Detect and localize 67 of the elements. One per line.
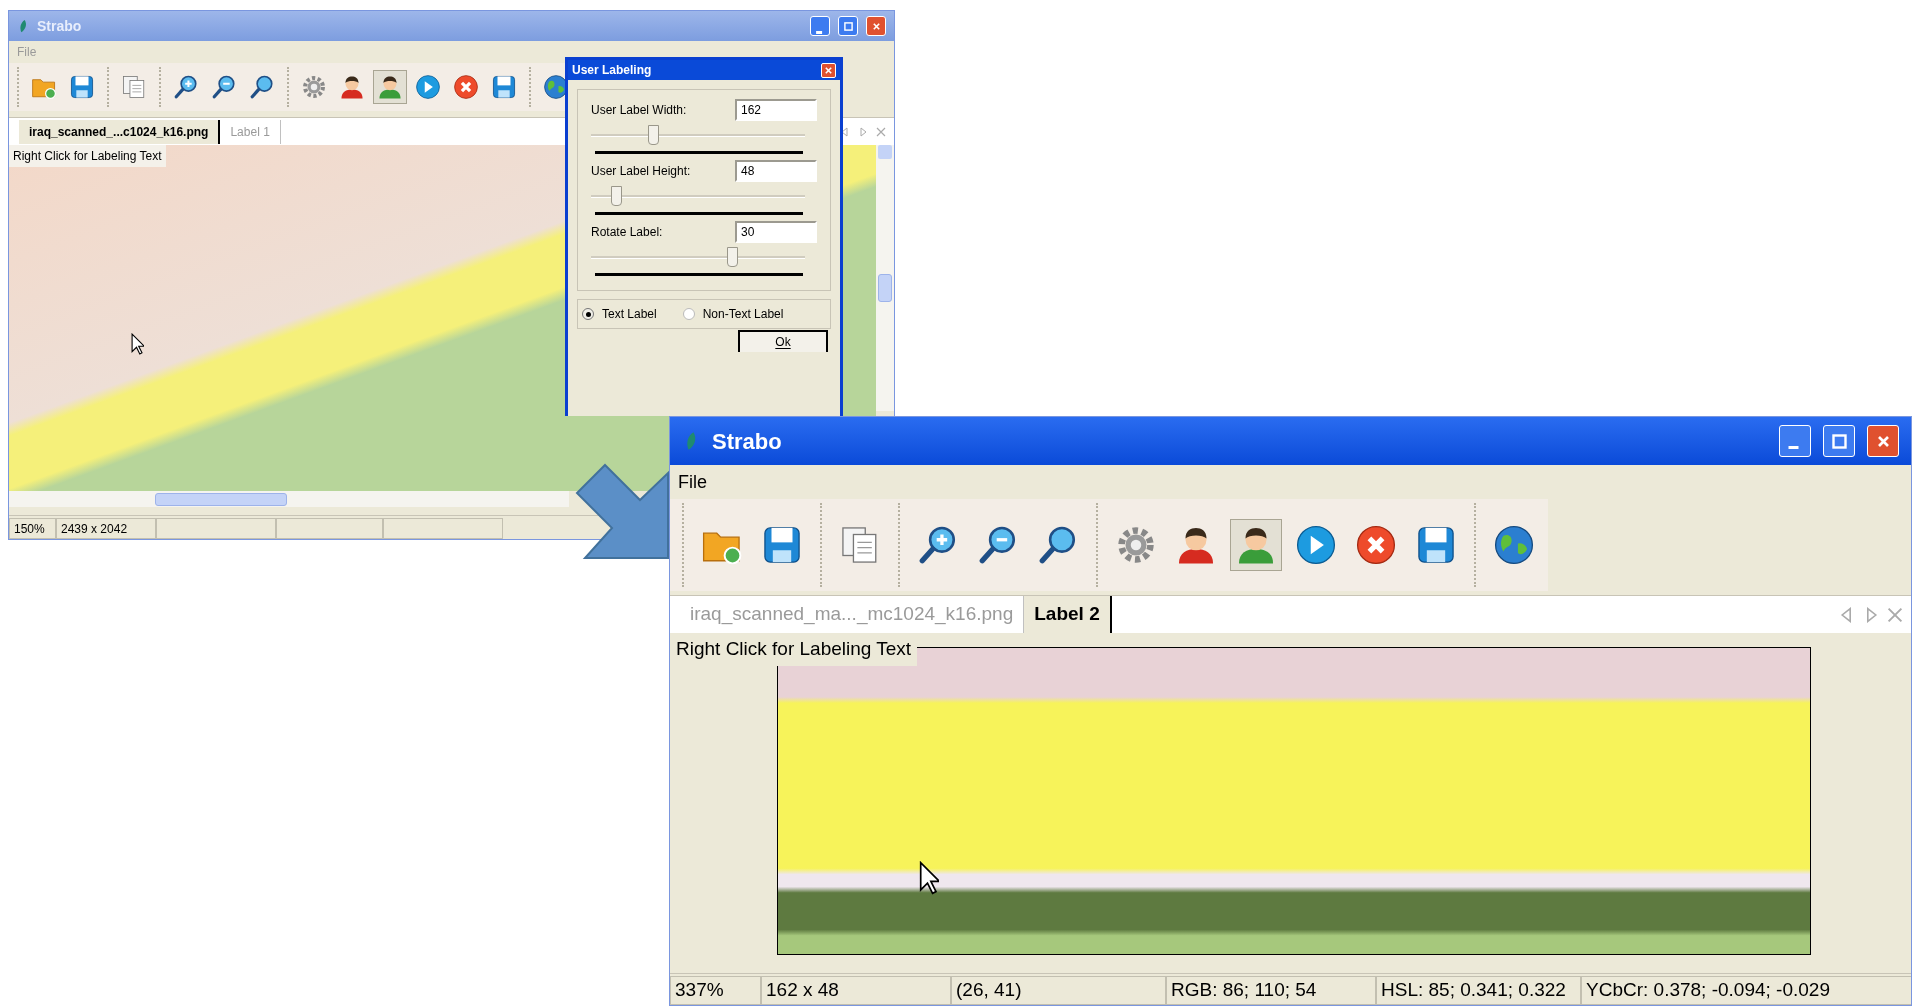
horizontal-scrollbar[interactable] (9, 491, 569, 507)
maximize-button[interactable] (1823, 425, 1855, 457)
slider-thumb[interactable] (727, 247, 738, 267)
play-icon (1295, 524, 1337, 566)
minimize-button[interactable] (1779, 425, 1811, 457)
cancel-icon (1355, 524, 1397, 566)
status-cell: RGB: 86; 110; 54 (1166, 976, 1376, 1005)
menu-item[interactable]: File (678, 468, 707, 496)
input-field[interactable]: 162 (735, 99, 817, 121)
toolbar-button[interactable] (1230, 519, 1282, 571)
close-icon (1875, 433, 1891, 449)
close-icon (871, 21, 881, 31)
zoom-out-icon (211, 74, 237, 100)
status-cell: 337% (670, 976, 761, 1005)
status-cell: 150% (9, 518, 56, 539)
minimize-button[interactable] (810, 16, 830, 36)
radio-button[interactable] (682, 308, 695, 320)
magnifier-icon (249, 74, 275, 100)
person-icon (339, 74, 365, 100)
leaf-icon (17, 19, 29, 33)
close-tab-icon[interactable] (1887, 606, 1903, 623)
hint-label: Right Click for Labeling Text (9, 145, 166, 167)
close-button[interactable] (1867, 425, 1899, 457)
person-icon (377, 74, 403, 100)
radio-option[interactable]: Text Label (582, 305, 657, 323)
status-cell: 2439 x 2042 (56, 518, 156, 539)
vertical-scrollbar[interactable] (876, 145, 894, 411)
settings-icon (1115, 524, 1157, 566)
close-button[interactable] (866, 16, 886, 36)
globe-icon (1493, 524, 1535, 566)
minimize-icon (816, 30, 823, 34)
settings-icon (301, 74, 327, 100)
scroll-left-icon[interactable] (840, 126, 850, 137)
status-cell: 162 x 48 (761, 976, 951, 1005)
close-button[interactable] (821, 62, 836, 78)
radio-option[interactable]: Non-Text Label (682, 305, 784, 323)
input-field[interactable]: 30 (735, 221, 817, 243)
status-cell: YCbCr: 0.378; -0.094; -0.029 (1581, 976, 1911, 1005)
scroll-right-icon[interactable] (858, 126, 868, 137)
window-title: Strabo (37, 16, 82, 36)
radio-button[interactable] (582, 308, 594, 320)
copy-icon (121, 74, 147, 100)
field-label: Rotate Label: (591, 224, 663, 241)
cancel-icon (453, 74, 479, 100)
field-label: User Label Width: (591, 102, 687, 119)
cursor-icon (131, 333, 145, 355)
minimize-icon (1788, 445, 1799, 449)
ok-button[interactable]: Ok (738, 330, 828, 352)
status-cell: HSL: 85; 0.341; 0.322 (1376, 976, 1581, 1005)
tab[interactable]: Label 2 (1024, 596, 1112, 633)
play-icon (415, 74, 441, 100)
close-icon (824, 65, 833, 75)
maximize-icon (1831, 433, 1847, 449)
dialog-title: User Labeling (572, 62, 652, 79)
tab[interactable]: iraq_scanned_...c1024_k16.png (19, 119, 221, 144)
maximize-icon (843, 21, 853, 31)
status-cell: (26, 41) (951, 976, 1166, 1005)
input-field[interactable]: 48 (735, 160, 817, 182)
field-label: User Label Height: (591, 163, 691, 180)
maximize-button[interactable] (838, 16, 858, 36)
cursor-icon (919, 861, 940, 895)
window-title: Strabo (712, 427, 782, 456)
slider-thumb[interactable] (647, 125, 659, 145)
toolbar-button[interactable] (373, 70, 407, 104)
slider-thumb[interactable] (611, 186, 623, 206)
close-tab-icon[interactable] (876, 126, 886, 137)
zoom-in-icon (173, 74, 199, 100)
